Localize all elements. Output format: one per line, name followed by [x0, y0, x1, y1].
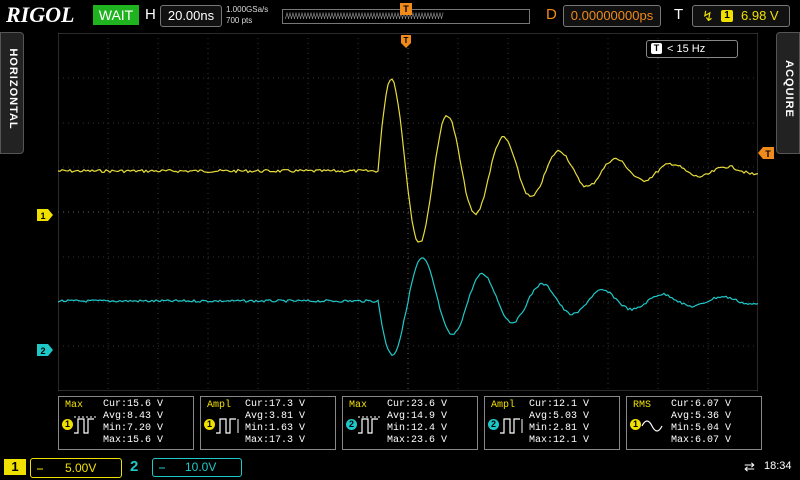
horizontal-menu-tab[interactable]: HORIZONTAL: [0, 32, 24, 154]
memory-trigger-marker: T: [400, 3, 412, 15]
measurement-max: Max:15.6 V: [103, 435, 164, 446]
brand-logo: RIGOL: [6, 2, 75, 27]
amplitude-icon: [500, 418, 523, 434]
trigger-settings[interactable]: ↯ 1 6.98 V: [692, 5, 790, 27]
acquisition-info: 1.000GSa/s 700 pts: [226, 4, 268, 26]
ch2-scale-box[interactable]: ⎯ 10.0V: [152, 458, 242, 477]
measurement-cur: Cur:23.6 V: [387, 399, 448, 410]
measurement-max: Max:12.1 V: [529, 435, 590, 446]
measurement-cur: Cur:15.6 V: [103, 399, 164, 410]
trigger-level-marker[interactable]: T: [758, 147, 774, 159]
measurement-name: Ampl: [207, 400, 232, 411]
measurement-box[interactable]: Ampl 2 Cur:12.1 V Avg:5.03 V Min:2.81 V Max…: [484, 396, 620, 450]
measurement-name: Max: [349, 400, 368, 411]
measurement-avg: Avg:5.03 V: [529, 411, 590, 422]
waveform-display[interactable]: T: [58, 33, 758, 391]
delay-label: D: [546, 6, 557, 23]
bandwidth-limit-indicator: T < 15 Hz: [646, 40, 738, 58]
delay-value[interactable]: 0.00000000ps: [563, 5, 661, 27]
system-clock: 18:34: [764, 460, 792, 472]
acquire-menu-tab[interactable]: ACQUIRE: [776, 32, 800, 154]
measurement-min: Min:7.20 V: [103, 423, 164, 434]
measurement-avg: Avg:3.81 V: [245, 411, 306, 422]
trigger-level: 6.98 V: [741, 8, 779, 23]
measurement-values: Cur:12.1 V Avg:5.03 V Min:2.81 V Max:12.1 V: [529, 399, 589, 447]
trigger-position-label: T: [404, 36, 409, 45]
measurement-avg: Avg:5.36 V: [671, 411, 732, 422]
sample-rate: 1.000GSa/s: [226, 5, 269, 14]
bandwidth-text: < 15 Hz: [667, 43, 706, 55]
trigger-level-label: T: [765, 149, 771, 159]
acquire-menu-label: ACQUIRE: [783, 60, 795, 118]
top-status-bar: RIGOL WAIT H 20.00ns 1.000GSa/s 700 pts …: [0, 0, 800, 30]
measurement-min: Min:2.81 V: [529, 423, 590, 434]
measurement-channel-chip: 1: [204, 419, 215, 430]
measurement-name: Ampl: [491, 400, 516, 411]
ch2-offset-label: 2: [40, 346, 45, 356]
measurement-channel-chip: 2: [346, 419, 357, 430]
max-icon: [358, 416, 381, 434]
trigger-label: T: [674, 6, 684, 23]
measurement-cur: Cur:6.07 V: [671, 399, 732, 410]
horizontal-menu-label: HORIZONTAL: [7, 48, 19, 130]
ch1-label: 1: [4, 459, 26, 475]
measurement-box[interactable]: Max 1 Cur:15.6 V Avg:8.43 V Min:7.20 V Max:…: [58, 396, 194, 450]
memory-waveform-preview: /\/\/\/\/\/\/\/\/\/\/\/\/\/\/\/\/\/\/\/\…: [285, 11, 444, 21]
dc-coupling-icon: ⎯: [37, 461, 44, 475]
ch1-offset-marker[interactable]: 1: [37, 209, 53, 221]
ch1-offset-label: 1: [40, 211, 45, 221]
ch1-settings-tab[interactable]: 1 ⎯ 5.00V: [0, 456, 124, 478]
measurement-box[interactable]: RMS 1 Cur:6.07 V Avg:5.36 V Min:5.04 V Max:…: [626, 396, 762, 450]
measurement-channel-chip: 2: [488, 419, 499, 430]
measurement-channel-chip: 1: [62, 419, 73, 430]
ch1-scale-box[interactable]: ⎯ 5.00V: [30, 458, 122, 478]
horizontal-label: H: [145, 6, 156, 23]
measurement-avg: Avg:8.43 V: [103, 411, 164, 422]
measurement-max: Max:17.3 V: [245, 435, 306, 446]
measurement-cur: Cur:17.3 V: [245, 399, 306, 410]
run-status-badge[interactable]: WAIT: [93, 5, 139, 25]
ch2-label[interactable]: 2: [130, 459, 138, 475]
measurement-max: Max:23.6 V: [387, 435, 448, 446]
measurement-avg: Avg:14.9 V: [387, 411, 448, 422]
measurement-min: Min:1.63 V: [245, 423, 306, 434]
usb-icon: ⇄: [744, 459, 755, 474]
measurement-min: Min:12.4 V: [387, 423, 448, 434]
measurement-box[interactable]: Ampl 1 Cur:17.3 V Avg:3.81 V Min:1.63 V Max…: [200, 396, 336, 450]
measurement-min: Min:5.04 V: [671, 423, 732, 434]
measurement-box[interactable]: Max 2 Cur:23.6 V Avg:14.9 V Min:12.4 V Max:…: [342, 396, 478, 450]
measurement-channel-chip: 1: [630, 419, 641, 430]
measurement-values: Cur:6.07 V Avg:5.36 V Min:5.04 V Max:6.07 V: [671, 399, 731, 447]
max-icon: [74, 416, 97, 434]
measurement-max: Max:6.07 V: [671, 435, 732, 446]
measurement-name: RMS: [633, 400, 652, 411]
ch2-scale: 10.0V: [185, 460, 217, 474]
trigger-source-chip: 1: [721, 10, 733, 22]
rms-icon: [641, 420, 663, 432]
measurement-values: Cur:23.6 V Avg:14.9 V Min:12.4 V Max:23.6 V: [387, 399, 447, 447]
dc-coupling-icon: ⎯: [159, 460, 166, 474]
ch1-scale: 5.00V: [65, 461, 97, 475]
measurement-values: Cur:15.6 V Avg:8.43 V Min:7.20 V Max:15.6 V: [103, 399, 163, 447]
rising-edge-icon: ↯: [702, 8, 714, 24]
bandwidth-chip: T: [651, 43, 662, 54]
timebase-value[interactable]: 20.00ns: [160, 5, 222, 27]
memory-depth: 700 pts: [226, 16, 253, 25]
measurement-name: Max: [65, 400, 84, 411]
measurement-cur: Cur:12.1 V: [529, 399, 590, 410]
amplitude-icon: [216, 418, 239, 434]
ch2-offset-marker[interactable]: 2: [37, 344, 53, 356]
measurement-values: Cur:17.3 V Avg:3.81 V Min:1.63 V Max:17.3 V: [245, 399, 305, 447]
